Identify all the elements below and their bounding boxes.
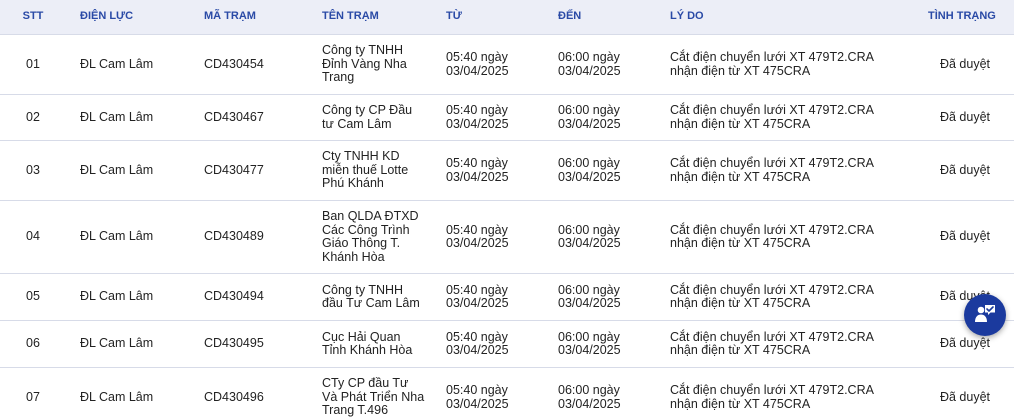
header-tu[interactable]: TỪ <box>446 0 558 35</box>
cell-stt: 05 <box>0 273 66 321</box>
cell-tu: 05:40 ngày 03/04/2025 <box>446 200 558 274</box>
cell-stt: 04 <box>0 200 66 274</box>
cell-tu: 05:40 ngày 03/04/2025 <box>446 94 558 141</box>
page-scrollbar[interactable] <box>1014 0 1024 418</box>
cell-ly-do: Cắt điện chuyển lưới XT 479T2.CRA nhận đ… <box>670 367 916 418</box>
cell-ten-tram: Công ty TNHH đầu Tư Cam Lâm <box>322 273 446 321</box>
cell-ma-tram: CD430496 <box>198 367 322 418</box>
header-stt[interactable]: STT <box>0 0 66 35</box>
cell-ly-do: Cắt điện chuyển lưới XT 479T2.CRA nhận đ… <box>670 140 916 201</box>
cell-tu: 05:40 ngày 03/04/2025 <box>446 34 558 95</box>
cell-tu: 05:40 ngày 03/04/2025 <box>446 273 558 321</box>
table-row[interactable]: 05 ĐL Cam Lâm CD430494 Công ty TNHH đầu Tư … <box>0 273 1014 321</box>
cell-tu: 05:40 ngày 03/04/2025 <box>446 320 558 368</box>
cell-dien-luc: ĐL Cam Lâm <box>66 34 198 95</box>
support-chat-icon <box>975 305 995 322</box>
cell-dien-luc: ĐL Cam Lâm <box>66 140 198 201</box>
cell-tu: 05:40 ngày 03/04/2025 <box>446 367 558 418</box>
cell-ly-do: Cắt điện chuyển lưới XT 479T2.CRA nhận đ… <box>670 94 916 141</box>
cell-tinh-trang: Đã duyệt <box>916 34 1014 95</box>
table-header-row: STT ĐIỆN LỰC MÃ TRẠM TÊN TRẠM TỪ ĐẾN LÝ … <box>0 0 1014 35</box>
cell-den: 06:00 ngày 03/04/2025 <box>558 273 670 321</box>
cell-ten-tram: Cty TNHH KD miễn thuế Lotte Phú Khánh <box>322 140 446 201</box>
cell-den: 06:00 ngày 03/04/2025 <box>558 367 670 418</box>
cell-stt: 07 <box>0 367 66 418</box>
cell-ma-tram: CD430495 <box>198 320 322 368</box>
table-row[interactable]: 06 ĐL Cam Lâm CD430495 Cục Hải Quan Tỉnh Kh… <box>0 320 1014 368</box>
cell-ten-tram: Công ty CP Đầu tư Cam Lâm <box>322 94 446 141</box>
header-ma-tram[interactable]: MÃ TRẠM <box>198 0 322 35</box>
header-tinh-trang[interactable]: TÌNH TRẠNG <box>916 0 1014 35</box>
cell-ma-tram: CD430477 <box>198 140 322 201</box>
cell-stt: 01 <box>0 34 66 95</box>
header-ten-tram[interactable]: TÊN TRẠM <box>322 0 446 35</box>
header-ly-do[interactable]: LÝ DO <box>670 0 916 35</box>
support-chat-button[interactable] <box>964 294 1006 336</box>
cell-tu: 05:40 ngày 03/04/2025 <box>446 140 558 201</box>
cell-ly-do: Cắt điện chuyển lưới XT 479T2.CRA nhận đ… <box>670 320 916 368</box>
cell-tinh-trang: Đã duyệt <box>916 367 1014 418</box>
cell-ly-do: Cắt điện chuyển lưới XT 479T2.CRA nhận đ… <box>670 273 916 321</box>
cell-ten-tram: Ban QLDA ĐTXD Các Công Trình Giáo Thông … <box>322 200 446 274</box>
cell-tinh-trang: Đã duyệt <box>916 200 1014 274</box>
cell-den: 06:00 ngày 03/04/2025 <box>558 94 670 141</box>
cell-den: 06:00 ngày 03/04/2025 <box>558 200 670 274</box>
table-row[interactable]: 02 ĐL Cam Lâm CD430467 Công ty CP Đầu tư Ca… <box>0 94 1014 141</box>
cell-stt: 02 <box>0 94 66 141</box>
cell-stt: 06 <box>0 320 66 368</box>
cell-dien-luc: ĐL Cam Lâm <box>66 273 198 321</box>
table-row[interactable]: 03 ĐL Cam Lâm CD430477 Cty TNHH KD miễn thu… <box>0 140 1014 201</box>
cell-ten-tram: CTy CP đầu Tư Và Phát Triển Nha Trang T.… <box>322 367 446 418</box>
header-den[interactable]: ĐẾN <box>558 0 670 35</box>
cell-den: 06:00 ngày 03/04/2025 <box>558 34 670 95</box>
cell-dien-luc: ĐL Cam Lâm <box>66 200 198 274</box>
cell-ly-do: Cắt điện chuyển lưới XT 479T2.CRA nhận đ… <box>670 200 916 274</box>
cell-tinh-trang: Đã duyệt <box>916 140 1014 201</box>
header-dien-luc[interactable]: ĐIỆN LỰC <box>66 0 198 35</box>
outage-schedule: STT ĐIỆN LỰC MÃ TRẠM TÊN TRẠM TỪ ĐẾN LÝ … <box>0 0 1014 418</box>
cell-ma-tram: CD430489 <box>198 200 322 274</box>
cell-stt: 03 <box>0 140 66 201</box>
cell-dien-luc: ĐL Cam Lâm <box>66 94 198 141</box>
table-row[interactable]: 01 ĐL Cam Lâm CD430454 Công ty TNHH Đỉnh Và… <box>0 34 1014 95</box>
cell-ma-tram: CD430467 <box>198 94 322 141</box>
outage-table: STT ĐIỆN LỰC MÃ TRẠM TÊN TRẠM TỪ ĐẾN LÝ … <box>0 0 1014 418</box>
cell-ly-do: Cắt điện chuyển lưới XT 479T2.CRA nhận đ… <box>670 34 916 95</box>
cell-dien-luc: ĐL Cam Lâm <box>66 320 198 368</box>
cell-ten-tram: Cục Hải Quan Tỉnh Khánh Hòa <box>322 320 446 368</box>
cell-dien-luc: ĐL Cam Lâm <box>66 367 198 418</box>
cell-ma-tram: CD430454 <box>198 34 322 95</box>
cell-den: 06:00 ngày 03/04/2025 <box>558 320 670 368</box>
table-row[interactable]: 07 ĐL Cam Lâm CD430496 CTy CP đầu Tư Và Phá… <box>0 367 1014 418</box>
cell-ten-tram: Công ty TNHH Đỉnh Vàng Nha Trang <box>322 34 446 95</box>
cell-ma-tram: CD430494 <box>198 273 322 321</box>
cell-tinh-trang: Đã duyệt <box>916 94 1014 141</box>
cell-den: 06:00 ngày 03/04/2025 <box>558 140 670 201</box>
table-row[interactable]: 04 ĐL Cam Lâm CD430489 Ban QLDA ĐTXD Các Cô… <box>0 200 1014 274</box>
